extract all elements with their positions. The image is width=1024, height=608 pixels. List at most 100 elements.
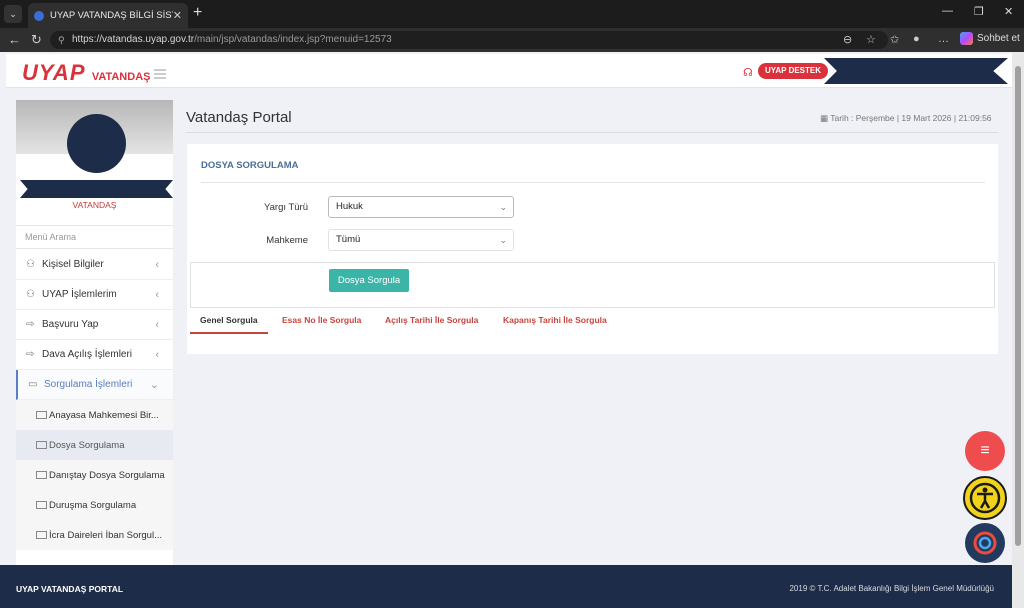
tab-acilis-tarihi[interactable]: Açılış Tarihi İle Sorgula xyxy=(375,306,488,334)
folder-icon xyxy=(36,531,47,539)
menu-toggle-icon[interactable] xyxy=(154,69,166,79)
card-title: DOSYA SORGULAMA xyxy=(201,160,299,171)
user-role: VATANDAŞ xyxy=(72,200,117,210)
date-display: ▦ Tarih : Perşembe | 19 Mart 2026 | 21:0… xyxy=(820,113,992,124)
close-tab-icon[interactable]: ✕ xyxy=(173,9,182,22)
yargi-turu-label: Yargı Türü xyxy=(263,202,308,213)
chevron-down-icon: ⌄ xyxy=(149,379,159,391)
user-icon: ⚇ xyxy=(26,259,35,270)
page-title: Vatandaş Portal xyxy=(186,109,292,126)
menu-search-input[interactable]: Menü Arama xyxy=(16,225,173,249)
site-favicon-icon xyxy=(34,10,44,21)
minimize-icon[interactable]: — xyxy=(942,5,953,17)
copilot-button[interactable]: Sohbet et xyxy=(960,32,1020,45)
button-area: Dosya Sorgula xyxy=(190,262,995,308)
logo-sub: VATANDAŞ xyxy=(91,71,151,83)
chevron-left-icon: ‹ xyxy=(155,348,159,361)
chevron-down-icon: ⌄ xyxy=(499,235,507,245)
avatar xyxy=(67,114,126,173)
submenu-item-label: İcra Daireleri İban Sorgul... xyxy=(49,529,162,541)
submenu-item-label: Anayasa Mahkemesi Bir... xyxy=(49,409,159,421)
tab-kapanis-tarihi[interactable]: Kapanış Tarihi İle Sorgula xyxy=(493,306,617,334)
page-scrollbar[interactable] xyxy=(1012,52,1024,608)
url-path: /main/jsp/vatandas/index.jsp?menuid=1257… xyxy=(194,34,392,45)
submenu-item-icra-iban[interactable]: İcra Daireleri İban Sorgul... xyxy=(16,520,173,550)
submenu-item-anayasa[interactable]: Anayasa Mahkemesi Bir... xyxy=(16,400,173,430)
favorite-star-icon[interactable]: ☆ xyxy=(866,33,876,46)
mahkeme-value: Tümü xyxy=(336,234,361,245)
submenu-item-label: Danıştay Dosya Sorgulama xyxy=(49,469,165,481)
chevron-left-icon: ‹ xyxy=(155,258,159,271)
user-banner xyxy=(824,58,1008,84)
tab-list-icon[interactable]: ⌄ xyxy=(4,5,22,23)
query-card: DOSYA SORGULAMA Yargı Türü Hukuk ⌄ Mahke… xyxy=(187,144,998,354)
address-bar-row: ← ↻ ⚲ https://vatandas.uyap.gov.tr/main/… xyxy=(0,28,1024,52)
yargi-turu-select[interactable]: Hukuk ⌄ xyxy=(328,196,514,218)
chat-support-button[interactable] xyxy=(965,523,1005,563)
calendar-icon: ▦ xyxy=(820,113,831,123)
sidebar-item-label: Başvuru Yap xyxy=(42,319,99,330)
folder-icon xyxy=(36,411,47,419)
submenu-item-durusma[interactable]: Duruşma Sorgulama xyxy=(16,490,173,520)
reader-icon[interactable]: ⊖ xyxy=(843,33,852,46)
copilot-label: Sohbet et xyxy=(977,33,1020,44)
site-footer: UYAP VATANDAŞ PORTAL 2019 © T.C. Adalet … xyxy=(0,565,1012,608)
uyap-logo[interactable]: UYAP VATANDAŞ xyxy=(22,60,150,86)
restore-icon[interactable]: ❐ xyxy=(974,5,984,18)
user-icon: ⚇ xyxy=(26,289,35,300)
favorites-icon[interactable]: ✩ xyxy=(890,33,899,46)
menu-fab-button[interactable]: ≡ xyxy=(965,431,1005,471)
browser-tab-bar: ⌄ UYAP VATANDAŞ BİLGİ SİSTEMİ ✕ + — ❐ ✕ xyxy=(0,0,1024,28)
submenu-item-label: Dosya Sorgulama xyxy=(49,439,125,451)
query-tabs: Genel Sorgula Esas No İle Sorgula Açılış… xyxy=(190,306,995,336)
yargi-turu-value: Hukuk xyxy=(336,201,363,212)
scrollbar-thumb[interactable] xyxy=(1015,66,1021,546)
new-tab-icon[interactable]: + xyxy=(193,4,202,22)
folder-icon xyxy=(36,441,47,449)
chevron-down-icon: ⌄ xyxy=(499,202,507,212)
sidebar-item-label: Kişisel Bilgiler xyxy=(42,259,104,270)
site-info-icon[interactable]: ⚲ xyxy=(58,31,65,49)
logo-main: UYAP xyxy=(22,60,85,85)
sidebar-item-uyap-islemlerim[interactable]: ⚇ UYAP İşlemlerim ‹ xyxy=(16,280,173,310)
headset-icon: ☊ xyxy=(743,67,753,79)
sidebar-item-kisisel-bilgiler[interactable]: ⚇ Kişisel Bilgiler ‹ xyxy=(16,250,173,280)
uyap-destek-button[interactable]: UYAP DESTEK xyxy=(758,63,829,79)
submenu-item-danistay[interactable]: Danıştay Dosya Sorgulama xyxy=(16,460,173,490)
reload-icon[interactable]: ↻ xyxy=(31,32,42,48)
accessibility-icon xyxy=(969,482,1001,514)
submenu-item-dosya-sorgulama[interactable]: Dosya Sorgulama xyxy=(16,430,173,460)
copilot-icon xyxy=(960,32,973,45)
tab-esas-no[interactable]: Esas No İle Sorgula xyxy=(272,306,371,334)
arrow-right-icon: ⇨ xyxy=(26,349,35,360)
accessibility-button[interactable] xyxy=(963,476,1007,520)
sidebar: VATANDAŞ Menü Arama ⚇ Kişisel Bilgiler ‹… xyxy=(16,100,173,570)
sidebar-item-label: Dava Açılış İşlemleri xyxy=(42,349,133,360)
more-options-icon[interactable]: … xyxy=(938,33,949,45)
browser-tab[interactable]: UYAP VATANDAŞ BİLGİ SİSTEMİ ✕ xyxy=(28,3,188,28)
profile-icon[interactable]: ● xyxy=(913,33,920,45)
page-viewport: UYAP VATANDAŞ ☊ UYAP DESTEK VATANDAŞ Men… xyxy=(0,52,1024,608)
card-divider xyxy=(201,182,985,183)
folder-icon xyxy=(36,501,47,509)
dosya-sorgula-button[interactable]: Dosya Sorgula xyxy=(329,269,409,292)
sidebar-item-sorgulama-islemleri[interactable]: ▭ Sorgulama İşlemleri ⌄ xyxy=(16,370,173,400)
submenu-item-label: Duruşma Sorgulama xyxy=(49,499,137,511)
site-header: UYAP VATANDAŞ ☊ UYAP DESTEK xyxy=(6,54,1012,88)
folder-icon: ▭ xyxy=(28,379,38,390)
url-field[interactable]: ⚲ https://vatandas.uyap.gov.tr/main/jsp/… xyxy=(50,31,888,49)
tab-genel-sorgula[interactable]: Genel Sorgula xyxy=(190,306,268,334)
folder-icon xyxy=(36,471,47,479)
close-window-icon[interactable]: ✕ xyxy=(1004,5,1013,18)
sidebar-item-label: Sorgulama İşlemleri xyxy=(44,379,133,390)
mahkeme-select[interactable]: Tümü ⌄ xyxy=(328,229,514,251)
back-icon[interactable]: ← xyxy=(8,32,21,47)
tab-title: UYAP VATANDAŞ BİLGİ SİSTEMİ xyxy=(50,10,173,21)
mahkeme-label: Mahkeme xyxy=(266,235,308,246)
hamburger-icon: ≡ xyxy=(980,442,990,459)
sidebar-item-basvuru-yap[interactable]: ⇨ Başvuru Yap ‹ xyxy=(16,310,173,340)
name-ribbon xyxy=(20,180,173,198)
sidebar-item-dava-acilis[interactable]: ⇨ Dava Açılış İşlemleri ‹ xyxy=(16,340,173,370)
date-text: Tarih : Perşembe | 19 Mart 2026 | 21:09:… xyxy=(830,113,992,123)
url-host: https://vatandas.uyap.gov.tr xyxy=(72,34,195,45)
